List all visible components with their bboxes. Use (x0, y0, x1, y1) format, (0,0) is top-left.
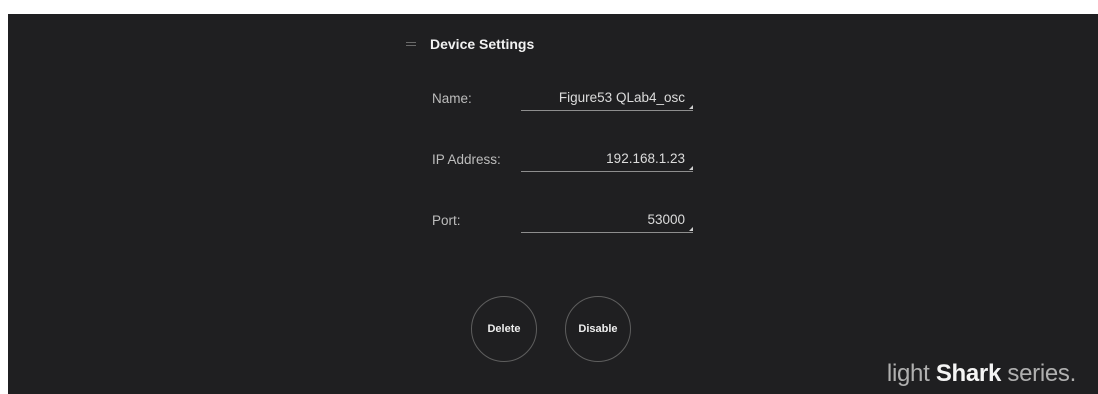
name-label: Name: (432, 91, 472, 106)
brand-suffix: series. (1007, 360, 1076, 387)
port-label: Port: (432, 213, 461, 228)
ip-address-input[interactable]: 192.168.1.23 (521, 148, 693, 172)
disable-button[interactable]: Disable (565, 296, 631, 362)
section-header[interactable]: Device Settings (406, 36, 534, 52)
port-field-row: Port: 53000 (432, 209, 702, 233)
port-input[interactable]: 53000 (521, 209, 693, 233)
section-title: Device Settings (430, 36, 535, 52)
port-value: 53000 (647, 212, 685, 227)
corner-triangle-icon (689, 105, 693, 109)
brand-logo: light Shark series. (887, 360, 1076, 388)
brand-prefix: light (886, 360, 930, 387)
ip-label: IP Address: (432, 152, 501, 167)
device-settings-panel: Device Settings Name: Figure53 QLab4_osc… (8, 14, 1098, 394)
name-input[interactable]: Figure53 QLab4_osc (521, 87, 693, 111)
ip-value: 192.168.1.23 (606, 151, 685, 166)
corner-triangle-icon (689, 166, 693, 170)
brand-name: Shark (935, 360, 1002, 387)
name-value: Figure53 QLab4_osc (558, 90, 685, 105)
ip-field-row: IP Address: 192.168.1.23 (432, 148, 702, 172)
corner-triangle-icon (689, 227, 693, 231)
collapse-icon[interactable] (406, 42, 416, 46)
name-field-row: Name: Figure53 QLab4_osc (432, 87, 702, 111)
delete-button[interactable]: Delete (471, 296, 537, 362)
